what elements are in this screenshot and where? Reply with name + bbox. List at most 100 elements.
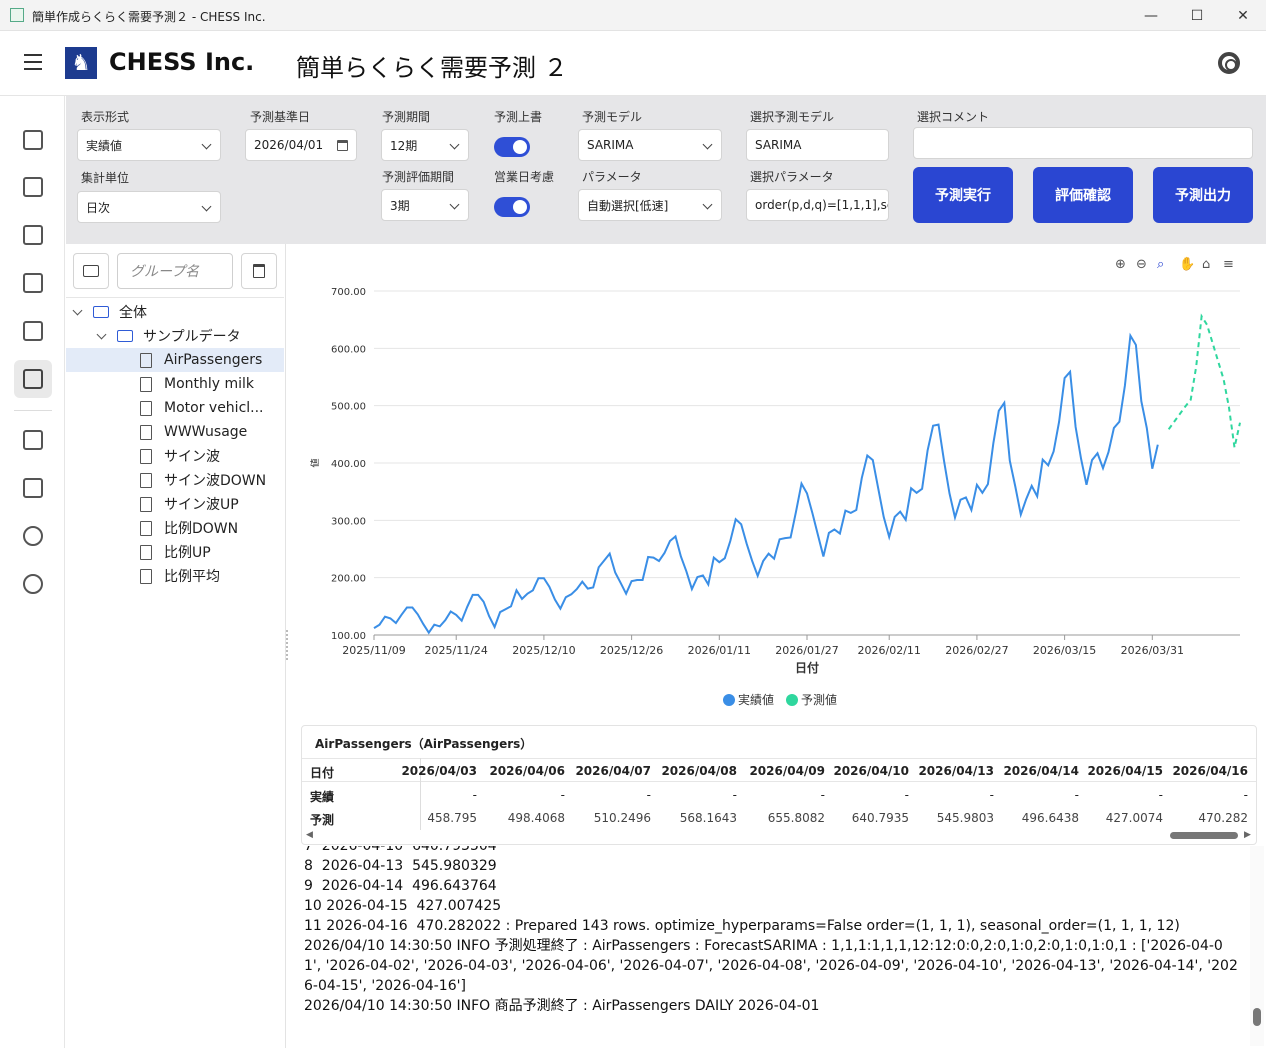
book-icon[interactable] xyxy=(14,121,52,159)
calendar-icon[interactable] xyxy=(14,168,52,206)
tree-item[interactable]: 比例平均 xyxy=(66,564,284,588)
tree-item[interactable]: 全体 xyxy=(66,300,284,324)
flow-icon[interactable] xyxy=(14,264,52,302)
group-name-input[interactable]: グループ名 xyxy=(117,253,233,289)
tree-item[interactable]: 比例DOWN xyxy=(66,516,284,540)
file-icon xyxy=(140,520,152,536)
file-icon xyxy=(140,448,152,464)
actual-cell: - xyxy=(1243,788,1248,802)
minimize-button[interactable]: — xyxy=(1128,0,1174,31)
log-line: 10 2026-04-15 427.007425 xyxy=(304,898,502,914)
log-line: 2026/04/10 14:30:50 INFO 予測処理終了 : AirPas… xyxy=(304,938,1238,994)
actual-cell: - xyxy=(1158,788,1163,802)
tree-item-label: サンプルデータ xyxy=(143,329,241,345)
business-days-label: 営業日考慮 xyxy=(494,170,555,184)
folder-icon xyxy=(93,306,109,318)
import-icon[interactable] xyxy=(14,312,52,350)
forecast-cell: 545.9803 xyxy=(936,811,994,825)
selected-model-field[interactable]: SARIMA xyxy=(746,129,889,161)
table-scroll-thumb[interactable] xyxy=(1170,832,1238,839)
window-titlebar: 簡単作成らくらく需要予測２ - CHESS Inc. — ☐ ✕ xyxy=(0,0,1266,31)
y-tick-label: 500.00 xyxy=(331,402,366,413)
date-header: 2026/04/03 xyxy=(401,764,477,778)
model-select[interactable]: SARIMA xyxy=(578,129,722,161)
tree-item[interactable]: 比例UP xyxy=(66,540,284,564)
help-icon[interactable] xyxy=(14,565,52,603)
tree-item[interactable]: サイン波 xyxy=(66,444,284,468)
menu-icon[interactable] xyxy=(24,54,42,70)
scroll-right-icon[interactable]: ▶ xyxy=(1244,830,1251,840)
eraser-icon[interactable] xyxy=(14,469,52,507)
tree-item[interactable]: AirPassengers xyxy=(66,348,284,372)
parameter-select[interactable]: 自動選択[低速] xyxy=(578,189,722,221)
x-tick-label: 2025/12/26 xyxy=(600,644,663,657)
y-tick-label: 300.00 xyxy=(331,516,366,527)
file-icon xyxy=(140,496,152,512)
maximize-button[interactable]: ☐ xyxy=(1174,0,1220,31)
selected-param-label: 選択パラメータ xyxy=(750,170,834,184)
forecast-cell: 470.282 xyxy=(1198,811,1248,825)
legend-label-forecast: 予測値 xyxy=(801,692,837,707)
selected-param-field[interactable]: order(p,d,q)=[1,1,1],sea xyxy=(746,189,889,221)
run-forecast-button[interactable]: 予測実行 xyxy=(913,167,1013,223)
chevron-down-icon xyxy=(702,199,713,210)
x-tick-label: 2025/12/10 xyxy=(512,644,575,657)
tree-item[interactable]: サイン波UP xyxy=(66,492,284,516)
log-line: 2026/04/10 14:30:50 INFO 商品予測終了 : AirPas… xyxy=(304,998,820,1014)
evaluate-button[interactable]: 評価確認 xyxy=(1033,167,1133,223)
lifebuoy-icon[interactable] xyxy=(1218,52,1240,74)
tree-item-label: AirPassengers xyxy=(164,352,263,368)
tree-item-label: Monthly milk xyxy=(164,376,255,392)
calendar-icon[interactable] xyxy=(337,140,348,151)
business-days-toggle[interactable] xyxy=(494,197,530,217)
eval-period-label: 予測評価期間 xyxy=(382,170,455,184)
x-tick-label: 2026/03/15 xyxy=(1033,644,1096,657)
file-icon xyxy=(140,352,152,368)
table-icon[interactable] xyxy=(14,216,52,254)
app-title: 簡単らくらく需要予測 ２ xyxy=(296,54,568,82)
display-format-value: 実績値 xyxy=(86,138,123,153)
y-tick-label: 400.00 xyxy=(331,459,366,470)
aggregation-select[interactable]: 日次 xyxy=(77,191,221,223)
table-title: AirPassengers（AirPassengers） xyxy=(315,737,533,751)
base-date-input[interactable]: 2026/04/01 xyxy=(245,129,357,161)
actual-cell: - xyxy=(820,788,825,802)
chevron-down-icon[interactable] xyxy=(72,305,83,315)
nav-divider xyxy=(14,410,52,411)
folder-icon[interactable] xyxy=(73,253,109,289)
tree-item[interactable]: サンプルデータ xyxy=(66,324,284,348)
close-button[interactable]: ✕ xyxy=(1220,0,1266,31)
log-output: 7 2026-04-10 640.793504 8 2026-04-13 545.… xyxy=(292,846,1250,1046)
log-scrollbar[interactable] xyxy=(1250,846,1264,1046)
eval-period-select[interactable]: 3期 xyxy=(381,189,469,221)
overwrite-toggle[interactable] xyxy=(494,137,530,157)
chevron-down-icon xyxy=(201,201,212,212)
trash-icon[interactable] xyxy=(241,253,277,289)
scroll-thumb[interactable] xyxy=(1253,1008,1261,1026)
db-refresh-icon[interactable] xyxy=(14,421,52,459)
tree-item[interactable]: サイン波DOWN xyxy=(66,468,284,492)
demand-chart: 100.00 200.00 300.00 400.00 500.00 600.00 700.… xyxy=(309,287,1241,707)
forecast-period-select[interactable]: 12期 xyxy=(381,129,469,161)
forecast-cell: 655.8082 xyxy=(767,811,825,825)
log-line: 11 2026-04-16 470.282022 : Prepared 143 … xyxy=(304,918,1180,934)
file-icon xyxy=(140,376,152,392)
actual-cell: - xyxy=(560,788,565,802)
tree-item[interactable]: Motor vehicl... xyxy=(66,396,284,420)
date-header: 2026/04/10 xyxy=(833,764,909,778)
tree-item[interactable]: Monthly milk xyxy=(66,372,284,396)
forecast-table: AirPassengers（AirPassengers） 日付 実績 予測 2026/… xyxy=(301,725,1257,845)
gear-icon[interactable] xyxy=(14,517,52,555)
scroll-left-icon[interactable]: ◀ xyxy=(306,830,313,840)
chevron-down-icon[interactable] xyxy=(96,329,107,339)
x-tick-label: 2026/02/11 xyxy=(858,644,921,657)
aggregation-value: 日次 xyxy=(86,200,111,215)
file-icon xyxy=(140,424,152,440)
tree-item[interactable]: WWWusage xyxy=(66,420,284,444)
comment-field[interactable] xyxy=(913,127,1253,159)
export-button[interactable]: 予測出力 xyxy=(1153,167,1253,223)
chart-icon[interactable] xyxy=(14,360,52,398)
display-format-select[interactable]: 実績値 xyxy=(77,129,221,161)
comment-label: 選択コメント xyxy=(917,110,990,124)
splitter-handle[interactable] xyxy=(286,630,290,660)
